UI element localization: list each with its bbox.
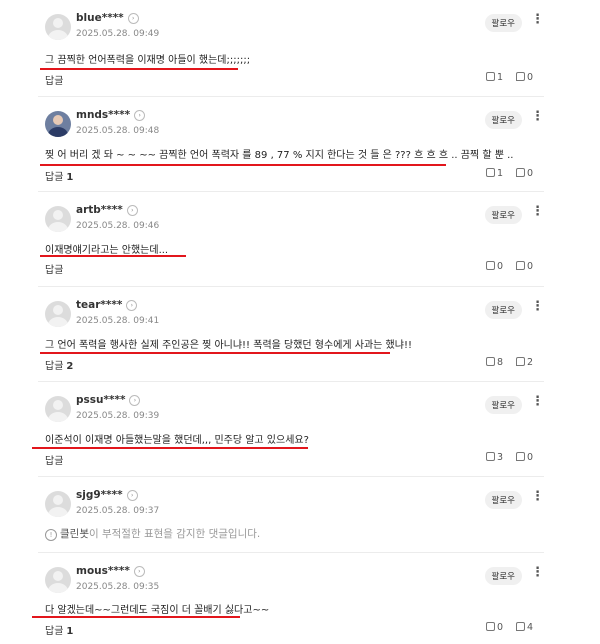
dislike-button[interactable]: 0 [516,452,533,463]
like-button[interactable]: 0 [486,261,503,272]
highlight-underline [40,164,446,166]
more-options-icon[interactable]: ⋮ [531,203,544,221]
dislike-button[interactable]: 0 [516,261,533,272]
thumb-up-icon [486,72,495,81]
thumb-up-icon [486,452,495,461]
follow-button[interactable]: 팔로우 [484,396,522,414]
chevron-right-icon[interactable]: › [126,300,138,311]
nickname[interactable]: pssu**** › [76,394,141,406]
comment-text: 그 언어 폭력을 행사한 실제 주인공은 찢 아니냐!! 폭력을 당했던 형수에… [45,340,412,351]
chevron-right-icon[interactable]: › [126,205,138,216]
comment-item: artb**** › 2025.05.28. 09:46 팔로우 ⋮ 이재명얘기라… [38,192,544,287]
comment-date: 2025.05.28. 09:46 [76,221,160,231]
comment-item: sjg9**** › 2025.05.28. 09:37 팔로우 ⋮ ! 클린봇이 … [38,477,544,553]
reply-button[interactable]: 답글 [45,72,66,87]
more-options-icon[interactable]: ⋮ [531,11,544,29]
like-button[interactable]: 1 [486,72,503,83]
nickname[interactable]: blue**** › [76,12,139,24]
dislike-button[interactable]: 2 [516,357,533,368]
chevron-right-icon[interactable]: › [126,490,138,501]
follow-button[interactable]: 팔로우 [484,206,522,224]
more-options-icon[interactable]: ⋮ [531,298,544,316]
reply-button[interactable]: 답글 2 [45,357,73,372]
avatar[interactable] [45,14,71,40]
comment-date: 2025.05.28. 09:35 [76,582,160,592]
avatar[interactable] [45,567,71,593]
thumb-up-icon [486,261,495,270]
comment-date: 2025.05.28. 09:49 [76,29,160,39]
like-button[interactable]: 0 [486,622,503,633]
avatar[interactable] [45,111,71,137]
comment-text: 그 끔찍한 언어폭력을 이재명 아들이 했는데;;;;;;; [45,55,251,66]
nickname[interactable]: artb**** › [76,204,138,216]
thumb-up-icon [486,357,495,366]
avatar[interactable] [45,301,71,327]
comment-text: 이준석이 이재명 아들했는말을 했던데,,, 민주당 알고 있으세요? [45,435,309,446]
thumb-up-icon [486,168,495,177]
comment-item: blue**** › 2025.05.28. 09:49 팔로우 ⋮ 그 끔찍한 … [38,0,544,97]
more-options-icon[interactable]: ⋮ [531,108,544,126]
avatar[interactable] [45,396,71,422]
follow-button[interactable]: 팔로우 [484,567,522,585]
highlight-underline [32,616,240,618]
comment-text: 찢 어 버리 겠 돠 ~ ~ ~~ 끔찍한 언어 폭력자 를 89 , 77 %… [45,150,514,161]
chevron-right-icon[interactable]: › [129,395,141,406]
follow-button[interactable]: 팔로우 [484,14,522,32]
reply-button[interactable]: 답글 [45,452,66,467]
thumb-down-icon [516,168,525,177]
thumb-down-icon [516,261,525,270]
reply-button[interactable]: 답글 [45,261,66,276]
avatar[interactable] [45,491,71,517]
comment-item: tear**** › 2025.05.28. 09:41 팔로우 ⋮ 그 언어 폭… [38,287,544,382]
like-button[interactable]: 3 [486,452,503,463]
dislike-button[interactable]: 4 [516,622,533,633]
chevron-right-icon[interactable]: › [134,110,146,121]
reply-button[interactable]: 답글 1 [45,622,73,637]
comment-item: mnds**** › 2025.05.28. 09:48 팔로우 ⋮ 찢 어 버리… [38,97,544,192]
thumb-down-icon [516,72,525,81]
more-options-icon[interactable]: ⋮ [531,488,544,506]
comment-date: 2025.05.28. 09:39 [76,411,160,421]
follow-button[interactable]: 팔로우 [484,111,522,129]
chevron-right-icon[interactable]: › [127,13,139,24]
thumb-up-icon [486,622,495,631]
nickname[interactable]: mnds**** › [76,109,146,121]
thumb-down-icon [516,452,525,461]
comment-text: 다 알겠는데~~그런데도 국짐이 더 꼴배기 싫다고~~ [45,605,270,616]
highlight-underline [40,68,238,70]
more-options-icon[interactable]: ⋮ [531,564,544,582]
highlight-underline [32,447,308,449]
comment-item: pssu**** › 2025.05.28. 09:39 팔로우 ⋮ 이준석이 이… [32,382,544,477]
follow-button[interactable]: 팔로우 [484,301,522,319]
comment-date: 2025.05.28. 09:37 [76,506,160,516]
nickname[interactable]: mous**** › [76,565,145,577]
comment-item: mous**** › 2025.05.28. 09:35 팔로우 ⋮ 다 알겠는데… [32,553,544,644]
highlight-underline [40,255,186,257]
highlight-underline [40,352,390,354]
comment-date: 2025.05.28. 09:41 [76,316,160,326]
dislike-button[interactable]: 0 [516,168,533,179]
reply-button[interactable]: 답글 1 [45,168,73,183]
comment-text: 이재명얘기라고는 안했는데... [45,245,169,256]
dislike-button[interactable]: 0 [516,72,533,83]
thumb-down-icon [516,622,525,631]
follow-button[interactable]: 팔로우 [484,491,522,509]
avatar[interactable] [45,206,71,232]
chevron-right-icon[interactable]: › [133,566,145,577]
more-options-icon[interactable]: ⋮ [531,393,544,411]
nickname[interactable]: tear**** › [76,299,138,311]
comment-date: 2025.05.28. 09:48 [76,126,160,136]
cleanbot-notice: ! 클린봇이 부적절한 표현을 감지한 댓글입니다. [45,526,260,541]
thumb-down-icon [516,357,525,366]
nickname[interactable]: sjg9**** › [76,489,138,501]
info-icon: ! [45,529,57,541]
like-button[interactable]: 8 [486,357,503,368]
comment-list: blue**** › 2025.05.28. 09:49 팔로우 ⋮ 그 끔찍한 … [0,0,600,644]
like-button[interactable]: 1 [486,168,503,179]
